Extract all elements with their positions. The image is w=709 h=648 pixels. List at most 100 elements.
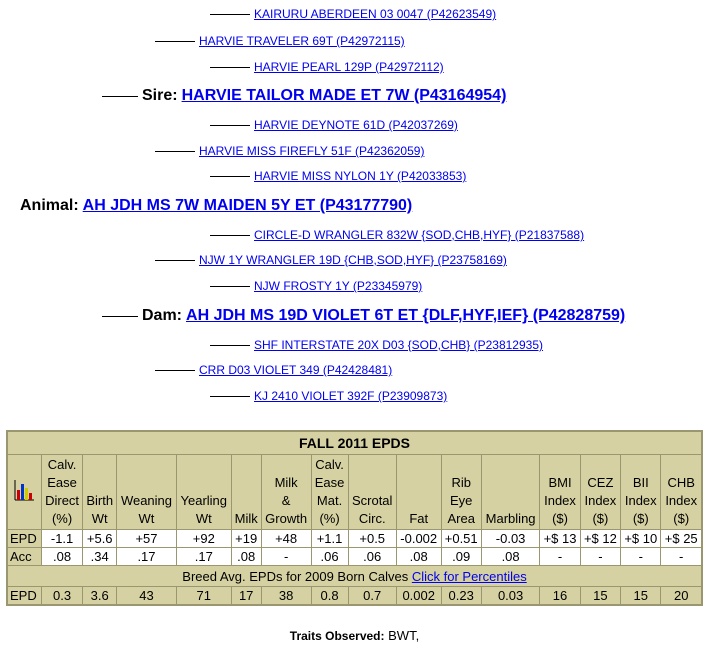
- breed-avg-text: Breed Avg. EPDs for 2009 Born Calves: [182, 568, 412, 584]
- pedigree-link-dd[interactable]: CRR D03 VIOLET 349 (P42428481): [199, 363, 392, 377]
- acc-row-label: Acc: [6, 547, 42, 566]
- epd-column-header: CHB Index ($): [660, 454, 703, 530]
- header-text: ($): [673, 511, 690, 526]
- breed-avg-value-cell: 0.03: [480, 586, 541, 606]
- header-text: Scrotal: [351, 493, 393, 508]
- header-text: BII: [632, 475, 649, 490]
- epd-value-cell: +57: [116, 529, 177, 548]
- header-text: Birth: [86, 493, 114, 508]
- epd-row-label: EPD: [6, 529, 42, 548]
- header-text: Wt: [138, 511, 155, 526]
- epd-column-header: Milk: [230, 454, 262, 530]
- epd-column-header: Scrotal Circ.: [347, 454, 397, 530]
- bar-chart-icon-svg: [14, 479, 35, 500]
- pedigree-row: SHF INTERSTATE 20X D03 {SOD,CHB} (P23812…: [210, 333, 543, 357]
- epd-value-cell: +$ 25: [660, 529, 703, 548]
- pedigree-row: HARVIE DEYNOTE 61D (P42037269): [210, 113, 458, 137]
- epd-table-title: FALL 2011 EPDS: [6, 430, 703, 455]
- epd-column-header: Yearling Wt: [175, 454, 232, 530]
- connector-line: [210, 13, 250, 15]
- header-text: Weaning: [120, 493, 173, 508]
- pedigree-link-ss[interactable]: HARVIE TRAVELER 69T (P42972115): [199, 34, 405, 48]
- header-text: ($): [632, 511, 649, 526]
- avg-row-label: EPD: [6, 586, 42, 606]
- header-text: Milk: [274, 475, 298, 490]
- epd-column-header: Rib Eye Area: [440, 454, 482, 530]
- pedigree-row-dam: Dam: AH JDH MS 19D VIOLET 6T ET {DLF,HYF…: [102, 304, 625, 328]
- epd-table: FALL 2011 EPDS Calv. Ease Direct (%) Birth Wt…: [6, 430, 703, 606]
- epd-column-header: Calv. Ease Direct (%): [40, 454, 84, 530]
- percentiles-link[interactable]: Click for Percentiles: [412, 569, 527, 584]
- pedigree-link-sds[interactable]: HARVIE DEYNOTE 61D (P42037269): [254, 118, 458, 132]
- acc-value-cell: .06: [347, 547, 397, 566]
- acc-value-cell: -: [579, 547, 622, 566]
- pedigree-row: NJW FROSTY 1Y (P23345979): [210, 274, 422, 298]
- breed-avg-row: EPD 0.3 3.6 43 71 17 38 0.8 0.7 0.002 0.23 0.03 16 1…: [6, 586, 703, 606]
- bar-chart-icon[interactable]: [6, 454, 42, 530]
- pedigree-row: HARVIE MISS FIREFLY 51F (P42362059): [155, 139, 424, 163]
- epd-value-cell: +92: [175, 529, 232, 548]
- header-text: CEZ: [587, 475, 614, 490]
- pedigree-link-sdd[interactable]: HARVIE MISS NYLON 1Y (P42033853): [254, 169, 466, 183]
- sire-label: Sire:: [142, 87, 178, 104]
- header-text: Area: [447, 511, 475, 526]
- connector-line: [155, 259, 195, 261]
- epd-column-header: Weaning Wt: [116, 454, 177, 530]
- pedigree-row: CIRCLE-D WRANGLER 832W {SOD,CHB,HYF} (P2…: [210, 223, 584, 247]
- acc-value-cell: .08: [395, 547, 442, 566]
- animal-link[interactable]: AH JDH MS 7W MAIDEN 5Y ET (P43177790): [83, 197, 413, 215]
- header-text: Fat: [409, 511, 429, 526]
- pedigree-link-dss[interactable]: CIRCLE-D WRANGLER 832W {SOD,CHB,HYF} (P2…: [254, 228, 584, 242]
- breed-avg-value-cell: 0.7: [347, 586, 397, 606]
- pedigree-row: HARVIE TRAVELER 69T (P42972115): [155, 29, 405, 53]
- sire-link[interactable]: HARVIE TAILOR MADE ET 7W (P43164954): [182, 87, 507, 105]
- header-text: (%): [319, 511, 340, 526]
- connector-line: [210, 395, 250, 397]
- epd-column-header: Fat: [395, 454, 442, 530]
- epd-column-header: BMI Index ($): [539, 454, 581, 530]
- breed-avg-value-cell: 15: [620, 586, 662, 606]
- header-text: Marbling: [485, 511, 536, 526]
- pedigree-link-sd[interactable]: HARVIE MISS FIREFLY 51F (P42362059): [199, 144, 424, 158]
- pedigree-link-dsd[interactable]: NJW FROSTY 1Y (P23345979): [254, 279, 422, 293]
- pedigree-link-ssd[interactable]: HARVIE PEARL 129P (P42972112): [254, 60, 444, 74]
- traits-value: BWT,: [384, 628, 420, 643]
- epd-column-header: Calv. Ease Mat. (%): [310, 454, 349, 530]
- connector-line: [155, 150, 195, 152]
- acc-value-cell: -: [620, 547, 662, 566]
- connector-line: [210, 285, 250, 287]
- animal-label: Animal:: [20, 197, 79, 214]
- dam-label: Dam:: [142, 307, 183, 324]
- header-text: Mat.: [316, 493, 343, 508]
- connector-line: [155, 369, 195, 371]
- epd-column-header: Birth Wt: [82, 454, 118, 530]
- breed-avg-value-cell: 71: [175, 586, 232, 606]
- header-text: ($): [592, 511, 609, 526]
- pedigree-row: HARVIE PEARL 129P (P42972112): [210, 55, 444, 79]
- pedigree-row: CRR D03 VIOLET 349 (P42428481): [155, 358, 392, 382]
- breed-avg-value-cell: 17: [230, 586, 262, 606]
- breed-avg-value-cell: 3.6: [82, 586, 118, 606]
- acc-value-cell: .09: [440, 547, 482, 566]
- acc-value-cell: .08: [230, 547, 262, 566]
- connector-line: [210, 175, 250, 177]
- connector-line: [102, 315, 138, 317]
- breed-avg-value-cell: 0.002: [395, 586, 442, 606]
- breed-avg-value-cell: 16: [539, 586, 581, 606]
- epd-value-cell: +19: [230, 529, 262, 548]
- dam-link[interactable]: AH JDH MS 19D VIOLET 6T ET {DLF,HYF,IEF}…: [186, 307, 625, 325]
- connector-line: [102, 95, 138, 97]
- epd-value-cell: -1.1: [40, 529, 84, 548]
- header-text: &: [281, 493, 291, 508]
- pedigree-link-ds[interactable]: NJW 1Y WRANGLER 19D {CHB,SOD,HYF} (P2375…: [199, 253, 507, 267]
- pedigree-link-sss[interactable]: KAIRURU ABERDEEN 03 0047 (P42623549): [254, 7, 496, 21]
- pedigree-link-dds[interactable]: SHF INTERSTATE 20X D03 {SOD,CHB} (P23812…: [254, 338, 543, 352]
- pedigree-link-ddd[interactable]: KJ 2410 VIOLET 392F (P23909873): [254, 389, 447, 403]
- breed-avg-value-cell: 0.23: [440, 586, 482, 606]
- header-text: Ease: [47, 475, 77, 490]
- pedigree-tree: KAIRURU ABERDEEN 03 0047 (P42623549) HAR…: [0, 0, 709, 420]
- acc-value-cell: .17: [175, 547, 232, 566]
- epd-column-header: BII Index ($): [620, 454, 662, 530]
- epd-header-row: Calv. Ease Direct (%) Birth Wt Weaning Wt Yearli…: [6, 454, 703, 530]
- acc-value-cell: .34: [82, 547, 118, 566]
